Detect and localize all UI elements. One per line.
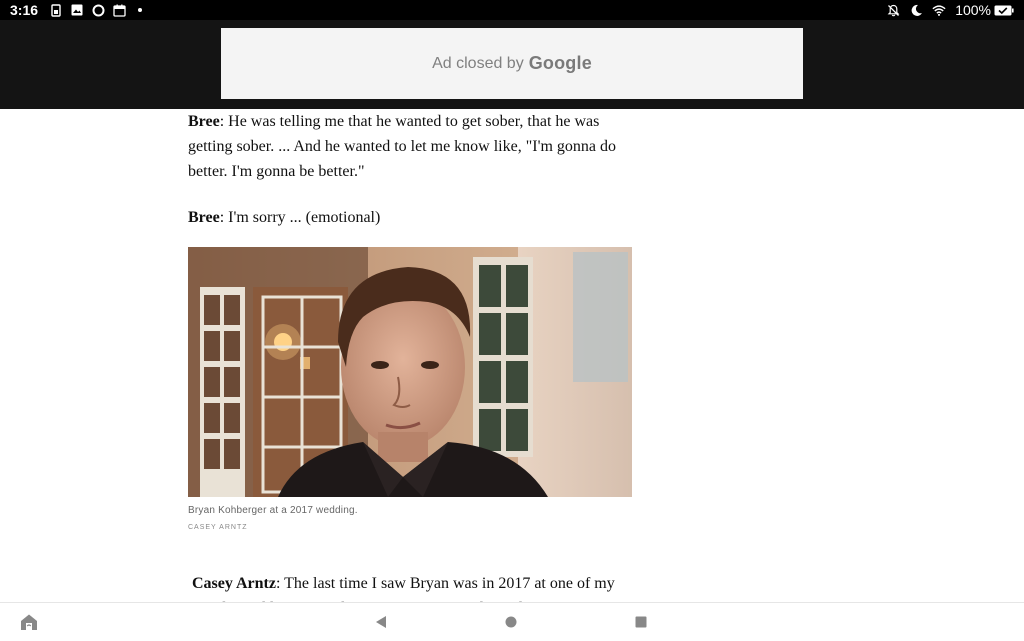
dot-icon — [133, 3, 147, 17]
home-icon[interactable] — [18, 611, 40, 633]
circle-icon — [91, 3, 105, 17]
notifications-off-icon — [886, 3, 900, 17]
do-not-disturb-icon — [909, 3, 923, 17]
home-circle-icon[interactable] — [502, 613, 520, 631]
image-icon — [70, 3, 84, 17]
status-bar-left: 3:16 — [0, 2, 147, 18]
article-body: Bree: He was telling me that he wanted t… — [188, 109, 638, 230]
paragraph-text: : I'm sorry ... (emotional) — [219, 209, 381, 226]
paragraph-bree-2: Bree: I'm sorry ... (emotional) — [188, 205, 638, 230]
ad-banner-area: Ad closed by Google — [0, 20, 1024, 109]
photo-credit: CASEY ARNTZ — [188, 524, 248, 531]
battery-icon — [994, 3, 1014, 17]
google-logo-text: Google — [528, 53, 592, 73]
photo-illustration — [188, 247, 632, 497]
calendar-icon — [112, 3, 126, 17]
speaker-name: Casey Arntz — [192, 575, 276, 592]
paragraph-text: : He was telling me that he wanted to ge… — [188, 113, 617, 180]
speaker-name: Bree — [188, 113, 220, 130]
status-bar-right: 100% — [886, 2, 1024, 18]
sim-icon — [49, 3, 63, 17]
wifi-icon — [932, 3, 946, 17]
status-time: 3:16 — [10, 2, 39, 18]
ad-closed-text: Ad closed by — [432, 54, 524, 72]
back-icon[interactable] — [372, 613, 390, 631]
article-photo[interactable] — [188, 247, 632, 497]
status-bar: 3:16 100% — [0, 0, 1024, 20]
paragraph-bree-1: Bree: He was telling me that he wanted t… — [188, 109, 638, 184]
battery-percent: 100% — [955, 2, 991, 18]
speaker-name: Bree — [188, 209, 220, 226]
recents-icon[interactable] — [632, 613, 650, 631]
ad-closed-box: Ad closed by Google — [221, 28, 803, 99]
system-nav-bar — [0, 602, 1024, 641]
photo-caption: Bryan Kohberger at a 2017 wedding. — [188, 505, 358, 516]
